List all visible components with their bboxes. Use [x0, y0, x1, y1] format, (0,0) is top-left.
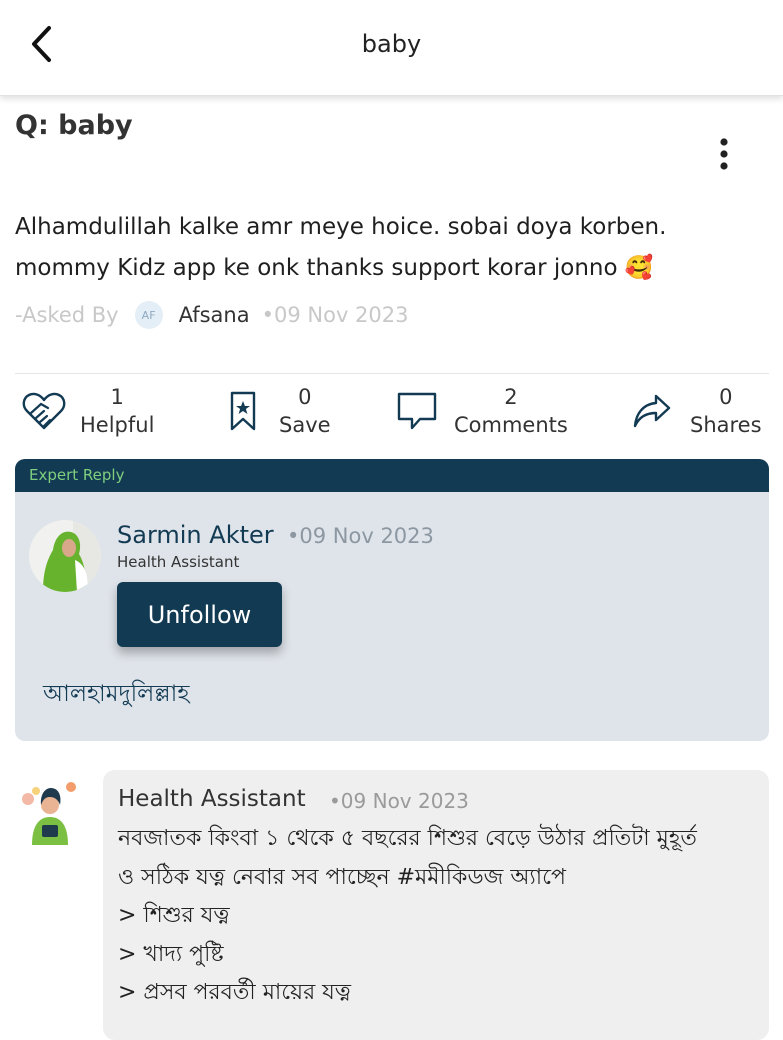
helpful-button[interactable]: 1 Helpful — [22, 380, 154, 442]
save-count: 0 — [298, 385, 312, 409]
expert-reply-card: Expert Reply Sarmin Akter •09 Nov 2023 H… — [15, 459, 769, 741]
asker-name[interactable]: Afsana — [179, 303, 250, 327]
asked-by-row: -Asked By AF Afsana •09 Nov 2023 — [15, 298, 409, 332]
comments-count: 2 — [504, 385, 518, 409]
divider — [15, 373, 769, 374]
question-date: •09 Nov 2023 — [261, 303, 409, 327]
helpful-count: 1 — [110, 385, 124, 409]
expert-reply-text: আলহামদুলিল্লাহ — [43, 681, 190, 707]
expert-reply-date: •09 Nov 2023 — [287, 524, 434, 548]
vertical-dots-icon — [720, 138, 728, 170]
comment-card: Health Assistant •09 Nov 2023 নবজাতক কিং… — [103, 770, 769, 1040]
page-title: baby — [361, 30, 422, 58]
expert-role: Health Assistant — [117, 553, 240, 571]
top-app-bar: baby — [0, 0, 783, 96]
shares-count: 0 — [719, 385, 733, 409]
comment-body: নবজাতক কিংবা ১ থেকে ৫ বছরের শিশুর বেড়ে … — [118, 820, 758, 1013]
shares-label: Shares — [690, 413, 762, 437]
handshake-heart-icon — [22, 392, 66, 430]
asked-by-label: -Asked By — [15, 303, 119, 327]
comment-line: > শিশুর যত্ন — [118, 903, 230, 928]
unfollow-button[interactable]: Unfollow — [117, 582, 282, 647]
comment-bubble-icon — [397, 392, 437, 430]
share-arrow-icon — [633, 394, 671, 428]
comment-line: > প্রসব পরবর্তী মায়ের যত্ন — [118, 980, 351, 1005]
expert-reply-header: Expert Reply — [15, 459, 769, 492]
comment-date: •09 Nov 2023 — [329, 789, 469, 813]
comment-line: > খাদ্য পুষ্টি — [118, 941, 224, 967]
asker-avatar[interactable]: AF — [134, 301, 163, 329]
expert-name[interactable]: Sarmin Akter — [117, 521, 274, 549]
comments-button[interactable]: 2 Comments — [396, 380, 568, 442]
more-options-button[interactable] — [708, 136, 740, 172]
question-title: Q: baby — [15, 110, 133, 141]
share-button[interactable]: 0 Shares — [632, 380, 762, 442]
save-label: Save — [279, 413, 331, 437]
commenter-avatar[interactable] — [14, 773, 86, 845]
comment-author[interactable]: Health Assistant — [118, 786, 306, 812]
helpful-label: Helpful — [80, 413, 155, 437]
comments-label: Comments — [454, 413, 568, 437]
bookmark-star-icon — [230, 391, 256, 431]
comment-line: ও সঠিক যত্ন নেবার সব পাচ্ছেন #মমীকিডজ অ্… — [118, 864, 566, 890]
save-button[interactable]: 0 Save — [229, 380, 331, 442]
comment-line: নবজাতক কিংবা ১ থেকে ৫ বছরের শিশুর বেড়ে … — [118, 826, 697, 851]
question-body: Alhamdulillah kalke amr meye hoice. soba… — [15, 214, 667, 281]
expert-avatar[interactable] — [29, 520, 101, 592]
